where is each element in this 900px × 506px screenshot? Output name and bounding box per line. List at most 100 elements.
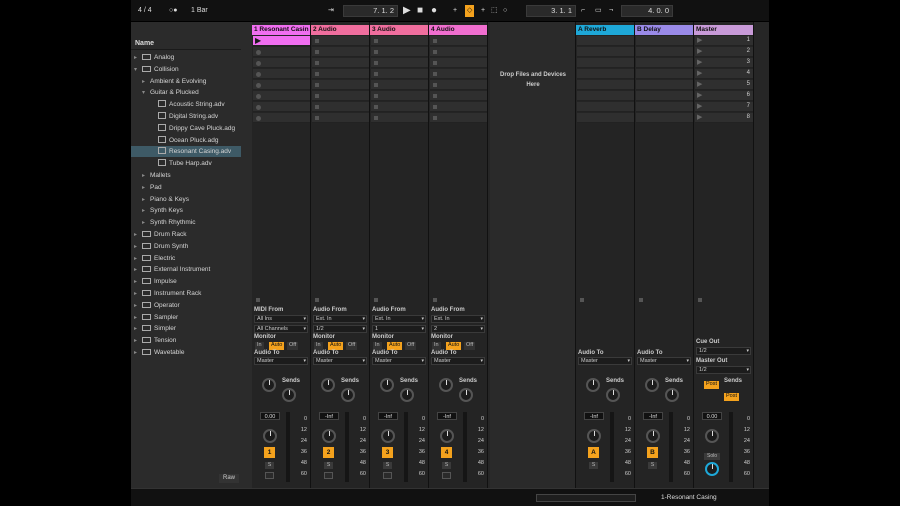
clip-slot[interactable] xyxy=(312,47,369,57)
post-button[interactable]: Post xyxy=(724,393,740,401)
browser-item[interactable]: ▸ Instrument Rack xyxy=(131,288,241,299)
input-source-select[interactable]: All Ins xyxy=(254,315,308,323)
clip-slot[interactable] xyxy=(636,36,693,46)
expand-arrow-icon[interactable]: ▸ xyxy=(142,195,150,206)
clip-stop-icon[interactable] xyxy=(256,94,261,99)
send-a-knob[interactable] xyxy=(645,378,659,392)
scene-launch-icon[interactable]: ▶ xyxy=(697,47,702,55)
monitor-in-button[interactable]: In xyxy=(432,342,441,350)
stop-clips-icon[interactable] xyxy=(433,298,437,302)
clip-slot[interactable] xyxy=(312,36,369,46)
send-a-knob[interactable] xyxy=(321,378,335,392)
browser-item[interactable]: ▸ Synth Keys xyxy=(131,205,241,216)
arrangement-position[interactable]: 7. 1. 2 xyxy=(343,5,398,17)
arm-button[interactable] xyxy=(383,472,392,479)
clip-slot[interactable] xyxy=(371,36,428,46)
stop-clips-icon[interactable] xyxy=(698,298,702,302)
solo-button[interactable]: S xyxy=(383,462,392,469)
clip-slot[interactable]: ▶ xyxy=(253,36,310,46)
send-a-knob[interactable] xyxy=(380,378,394,392)
stop-clips-icon[interactable] xyxy=(256,298,260,302)
solo-button[interactable]: S xyxy=(324,462,333,469)
capture-icon[interactable]: ⬚ xyxy=(491,5,498,17)
expand-arrow-icon[interactable]: ▸ xyxy=(134,230,142,241)
automation-arm-icon[interactable]: ◇ xyxy=(465,5,475,17)
output-select[interactable]: Master xyxy=(313,357,367,365)
output-select[interactable]: Master xyxy=(254,357,308,365)
scene-launch-icon[interactable]: ▶ xyxy=(697,58,702,66)
cue-out-select[interactable]: 1/2 xyxy=(696,347,751,355)
scene-launch-icon[interactable]: ▶ xyxy=(697,80,702,88)
expand-arrow-icon[interactable]: ▸ xyxy=(142,218,150,229)
loop-start[interactable]: 3. 1. 1 xyxy=(526,5,576,17)
clip-slot[interactable] xyxy=(430,58,487,68)
arm-button[interactable] xyxy=(265,472,274,479)
browser-item[interactable]: ▾ Collision xyxy=(131,64,241,75)
clip-slot[interactable] xyxy=(371,91,428,101)
clip-stop-icon[interactable] xyxy=(433,83,437,87)
quantize-select[interactable]: 1 Bar xyxy=(191,5,208,17)
clip-stop-icon[interactable] xyxy=(433,39,437,43)
track-title[interactable]: B Delay xyxy=(635,25,693,35)
time-signature[interactable]: 4 / 4 xyxy=(138,5,152,17)
solo-button[interactable]: S xyxy=(442,462,451,469)
browser-item[interactable]: Ocean Pluck.adg xyxy=(131,135,241,146)
scene-launch-icon[interactable]: ▶ xyxy=(697,102,702,110)
solo-button[interactable]: S xyxy=(265,462,274,469)
browser-name-header[interactable]: Name xyxy=(131,40,241,50)
clip-stop-icon[interactable] xyxy=(433,116,437,120)
post-button[interactable]: Post xyxy=(704,381,720,389)
browser-item[interactable]: Digital String.adv xyxy=(131,111,241,122)
browser-item[interactable]: ▸ Operator xyxy=(131,300,241,311)
input-channel-select[interactable]: 2 xyxy=(431,325,485,333)
loop-icon[interactable]: ○ xyxy=(503,5,507,17)
track-activator-button[interactable]: B xyxy=(647,447,658,458)
clip-slot[interactable] xyxy=(577,69,634,79)
clip-slot[interactable] xyxy=(253,47,310,57)
send-a-knob[interactable] xyxy=(262,378,276,392)
monitor-off-button[interactable]: Off xyxy=(346,342,358,350)
clip-slot[interactable] xyxy=(430,36,487,46)
clip-slot[interactable] xyxy=(371,47,428,57)
track-activator-button[interactable]: 2 xyxy=(323,447,334,458)
expand-arrow-icon[interactable]: ▸ xyxy=(134,289,142,300)
volume-display[interactable]: -Inf xyxy=(378,412,398,420)
clip-stop-icon[interactable] xyxy=(433,50,437,54)
browser-item[interactable]: ▸ Drum Rack xyxy=(131,229,241,240)
monitor-auto-button[interactable]: Auto xyxy=(269,342,285,350)
track-activator-button[interactable]: 3 xyxy=(382,447,393,458)
clip-stop-icon[interactable] xyxy=(256,105,261,110)
scene-launch-icon[interactable]: ▶ xyxy=(697,91,702,99)
volume-display[interactable]: 0.00 xyxy=(260,412,280,420)
scene-slot[interactable]: ▶ 1 xyxy=(695,36,753,46)
monitor-in-button[interactable]: In xyxy=(314,342,323,350)
pan-knob[interactable] xyxy=(440,429,454,443)
expand-arrow-icon[interactable]: ▸ xyxy=(134,53,142,64)
input-source-select[interactable]: Ext. In xyxy=(313,315,367,323)
track-title[interactable]: 1 Resonant Casin xyxy=(252,25,310,35)
clip-stop-icon[interactable] xyxy=(256,83,261,88)
send-a-knob[interactable] xyxy=(439,378,453,392)
track-title[interactable]: A Reverb xyxy=(576,25,634,35)
expand-arrow-icon[interactable]: ▸ xyxy=(134,254,142,265)
clip-stop-icon[interactable] xyxy=(374,72,378,76)
play-icon[interactable]: ▶ xyxy=(403,5,411,17)
monitor-off-button[interactable]: Off xyxy=(464,342,476,350)
clip-slot[interactable] xyxy=(371,58,428,68)
send-b-knob[interactable] xyxy=(282,388,296,402)
browser-item[interactable]: ▾ Guitar & Plucked xyxy=(131,87,241,98)
monitor-auto-button[interactable]: Auto xyxy=(446,342,462,350)
scene-slot[interactable]: ▶ 8 xyxy=(695,113,753,123)
scene-launch-icon[interactable]: ▶ xyxy=(697,113,702,121)
output-select[interactable]: Master xyxy=(637,357,691,365)
expand-arrow-icon[interactable]: ▸ xyxy=(134,324,142,335)
send-b-knob[interactable] xyxy=(606,388,620,402)
clip-stop-icon[interactable] xyxy=(374,94,378,98)
input-channel-select[interactable]: All Channels xyxy=(254,325,308,333)
send-a-knob[interactable] xyxy=(586,378,600,392)
track-activator-button[interactable]: 1 xyxy=(264,447,275,458)
expand-arrow-icon[interactable]: ▸ xyxy=(142,183,150,194)
send-b-knob[interactable] xyxy=(665,388,679,402)
volume-display[interactable]: -Inf xyxy=(437,412,457,420)
clip-slot[interactable] xyxy=(430,47,487,57)
